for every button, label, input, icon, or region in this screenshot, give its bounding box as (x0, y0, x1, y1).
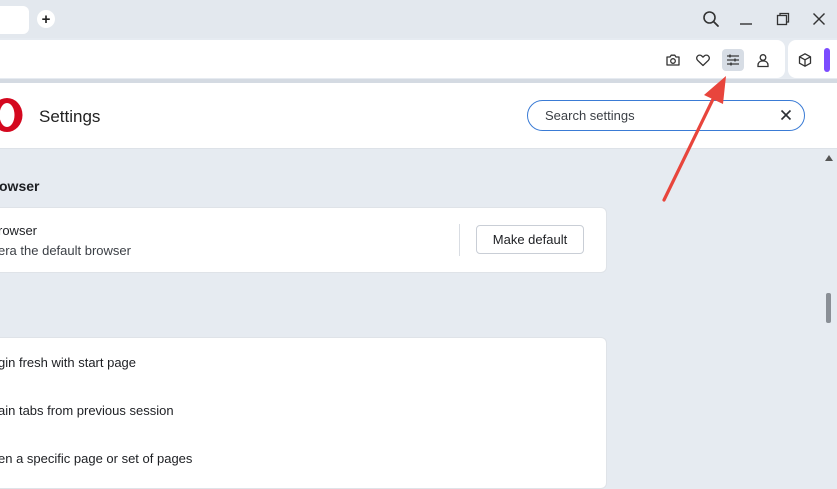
opera-logo-icon (0, 98, 23, 132)
camera-icon[interactable] (662, 49, 684, 71)
search-input-value: Search settings (545, 108, 635, 123)
profile-icon[interactable] (752, 49, 774, 71)
sliders-icon[interactable] (722, 49, 744, 71)
search-icon[interactable] (701, 9, 721, 29)
search-input[interactable]: Search settings (527, 100, 805, 131)
scroll-up-arrow[interactable] (824, 150, 834, 161)
page-title: Settings (39, 107, 101, 126)
startup-option-specific-pages[interactable]: en a specific page or set of pages (0, 451, 192, 466)
new-tab-button[interactable]: + (37, 10, 55, 28)
minimize-icon[interactable] (736, 9, 756, 29)
make-default-button[interactable]: Make default (476, 225, 584, 254)
restore-icon[interactable] (773, 9, 793, 29)
startup-option-start-page[interactable]: gin fresh with start page (0, 355, 136, 370)
default-browser-row-subtitle: era the default browser (0, 243, 131, 258)
heart-icon[interactable] (692, 49, 714, 71)
row-divider (459, 224, 460, 256)
startup-option-previous-session[interactable]: ain tabs from previous session (0, 403, 174, 418)
browser-tab[interactable] (0, 6, 29, 34)
cube-icon[interactable] (794, 49, 816, 71)
section-title-default-browser: owser (0, 178, 40, 194)
settings-header: Settings Search settings (0, 83, 837, 149)
default-browser-row-title: rowser (0, 223, 38, 238)
sidebar-accent[interactable] (824, 48, 830, 72)
scrollbar-thumb[interactable] (826, 293, 831, 323)
close-icon[interactable] (778, 107, 794, 123)
close-icon[interactable] (809, 9, 829, 29)
